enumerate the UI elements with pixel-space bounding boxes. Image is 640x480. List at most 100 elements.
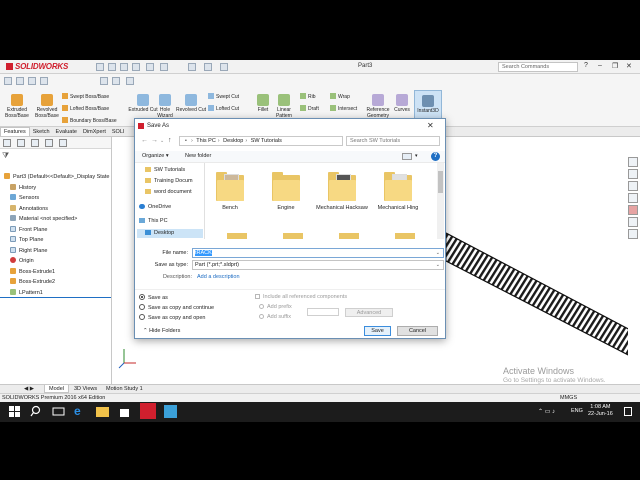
revolved-cut-button[interactable]: Revolved Cut (176, 94, 206, 114)
rib-button[interactable]: Rib (300, 93, 316, 100)
folder-engine[interactable]: Engine (259, 171, 313, 211)
nav-item-this-pc[interactable]: This PC (139, 218, 168, 224)
nav-item-onedrive[interactable]: OneDrive (139, 204, 171, 210)
tray-icons[interactable]: ⌃ ▭ ♪ (538, 408, 555, 415)
edge-icon[interactable]: e (74, 405, 87, 418)
file-explorer-icon[interactable] (628, 181, 638, 191)
new-folder-button[interactable]: New folder (185, 153, 211, 159)
folder-bench[interactable]: Bench (211, 171, 257, 211)
extruded-boss-button[interactable]: Extruded Boss/Base (2, 94, 32, 119)
nav-item-word-document[interactable]: word document (145, 189, 192, 195)
tree-item-lpattern1[interactable]: LPattern1 (10, 289, 43, 296)
save-as-copy-open-radio[interactable]: Save as copy and open (139, 314, 206, 321)
breadcrumb-this-pc[interactable]: This PC (196, 138, 216, 144)
tree-item-annotations[interactable]: Annotations (10, 205, 48, 212)
view-palette-icon[interactable] (628, 193, 638, 203)
custom-properties-icon[interactable] (628, 217, 638, 227)
folder-mechanical-hinge[interactable]: Mechanical Hing (371, 171, 425, 211)
folder-search-input[interactable]: Search SW Tutorials (346, 136, 440, 146)
save-as-copy-continue-radio[interactable]: Save as copy and continue (139, 304, 214, 311)
draft-button[interactable]: Draft (300, 105, 319, 112)
open-icon[interactable] (120, 63, 128, 71)
tree-item-material[interactable]: Material <not specified> (10, 215, 77, 222)
solidworks-logo[interactable]: SOLIDWORKS (6, 62, 74, 72)
save-icon[interactable] (132, 63, 140, 71)
tab-sketch[interactable]: Sketch (30, 128, 53, 137)
options-icon[interactable] (220, 63, 228, 71)
view-cube-icon[interactable] (28, 77, 36, 85)
nav-item-desktop[interactable]: Desktop (145, 230, 174, 236)
configuration-manager-icon[interactable] (31, 139, 39, 147)
forum-icon[interactable] (628, 229, 638, 239)
breadcrumb-sw-tutorials[interactable]: SW Tutorials (251, 138, 282, 144)
folder-icon[interactable] (339, 233, 359, 239)
boundary-boss-button[interactable]: Boundary Boss/Base (62, 117, 117, 124)
swept-boss-button[interactable]: Swept Boss/Base (62, 93, 109, 100)
revolved-boss-button[interactable]: Revolved Boss/Base (32, 94, 62, 119)
tree-item-boss-extrude2[interactable]: Boss-Extrude2 (10, 278, 55, 285)
notifications-icon[interactable] (624, 407, 632, 416)
swept-cut-button[interactable]: Swept Cut (208, 93, 239, 100)
save-button[interactable]: Save (364, 326, 391, 336)
folder-icon[interactable] (227, 233, 247, 239)
view-cube-icon[interactable] (4, 77, 12, 85)
recent-dropdown-icon[interactable]: ⌄ (160, 138, 164, 144)
task-view-icon[interactable] (52, 405, 65, 418)
organize-button[interactable]: Organize ▾ (142, 153, 169, 159)
view-cube-icon[interactable] (126, 77, 134, 85)
view-cube-icon[interactable] (112, 77, 120, 85)
minimize-icon[interactable]: – (598, 62, 602, 69)
view-cube-icon[interactable] (100, 77, 108, 85)
home-icon[interactable] (96, 63, 104, 71)
hide-folders-toggle[interactable]: ⌃ Hide Folders (143, 328, 180, 334)
reference-geometry-button[interactable]: Reference Geometry (364, 94, 392, 119)
language-indicator[interactable]: ENG (571, 408, 583, 414)
view-cube-icon[interactable] (40, 77, 48, 85)
store-icon[interactable] (118, 405, 131, 418)
app-taskbar-icon[interactable] (164, 405, 177, 418)
folder-icon[interactable] (395, 233, 415, 239)
close-icon[interactable]: ✕ (626, 62, 632, 70)
print-icon[interactable] (146, 63, 154, 71)
rollback-bar[interactable] (0, 297, 111, 298)
tab-solidworks-addins[interactable]: SOLI (109, 128, 128, 137)
linear-pattern-button[interactable]: Linear Pattern (272, 94, 296, 119)
tab-evaluate[interactable]: Evaluate (53, 128, 80, 137)
breadcrumb[interactable]: ▪ › This PC › Desktop › SW Tutorials (179, 136, 343, 146)
fillet-button[interactable]: Fillet (252, 94, 274, 114)
tab-model[interactable]: Model (44, 385, 69, 393)
file-explorer-icon[interactable] (96, 407, 109, 417)
feature-manager-icon[interactable] (3, 139, 11, 147)
file-list-scrollbar[interactable] (437, 163, 444, 239)
hole-wizard-button[interactable]: Hole Wizard (152, 94, 178, 119)
folder-mechanical-hacksaw[interactable]: Mechanical Hacksaw (315, 171, 369, 211)
tree-item-history[interactable]: History (10, 184, 36, 191)
tab-dimxpert[interactable]: DimXpert (80, 128, 109, 137)
breadcrumb-desktop[interactable]: Desktop (223, 138, 243, 144)
tree-item-right-plane[interactable]: Right Plane (10, 247, 47, 254)
nav-item-training-documents[interactable]: Training Docum (145, 178, 193, 184)
dimxpert-manager-icon[interactable] (45, 139, 53, 147)
clock[interactable]: 1:08 AM 22-Jun-16 (588, 404, 613, 418)
intersect-button[interactable]: Intersect (330, 105, 357, 112)
tree-item-front-plane[interactable]: Front Plane (10, 226, 47, 233)
resources-icon[interactable] (628, 157, 638, 167)
add-description-link[interactable]: Add a description (197, 274, 240, 280)
select-icon[interactable] (188, 63, 196, 71)
forward-arrow-icon[interactable]: → (151, 137, 158, 144)
search-icon[interactable] (30, 405, 43, 418)
save-as-radio[interactable]: Save as (139, 294, 168, 301)
include-references-checkbox[interactable]: Include all referenced components (255, 294, 347, 300)
rebuild-icon[interactable] (204, 63, 212, 71)
advanced-button[interactable]: Advanced (345, 308, 393, 317)
help-menu-icon[interactable]: ? (584, 62, 588, 69)
change-view-icon[interactable] (402, 153, 412, 160)
tree-item-top-plane[interactable]: Top Plane (10, 236, 43, 243)
wrap-button[interactable]: Wrap (330, 93, 350, 100)
tree-item-origin[interactable]: Origin (10, 257, 34, 264)
view-cube-icon[interactable] (16, 77, 24, 85)
help-icon[interactable]: ? (431, 152, 440, 161)
file-name-input[interactable]: tRACK ⌄ (192, 248, 444, 258)
add-suffix-radio[interactable]: Add suffix (259, 314, 291, 320)
dialog-close-icon[interactable]: ✕ (427, 121, 434, 130)
